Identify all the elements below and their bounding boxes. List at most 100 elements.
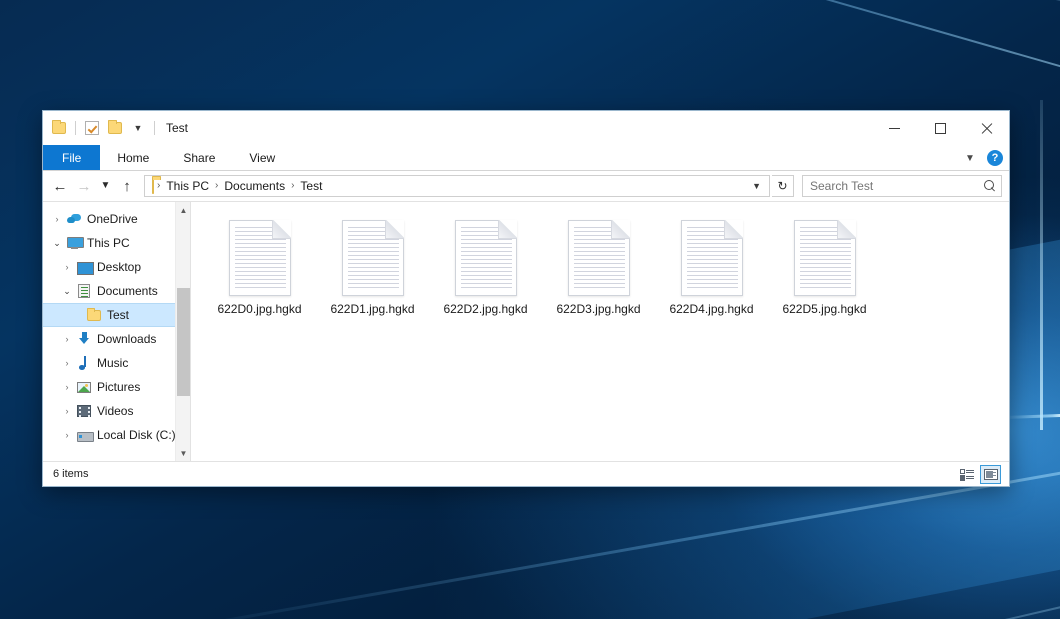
sidebar-item-label: Pictures (97, 380, 140, 394)
file-name-label: 622D0.jpg.hgkd (217, 302, 301, 317)
wallpaper-ray-lower (134, 470, 1060, 619)
close-icon[interactable] (963, 111, 1009, 145)
scrollbar-thumb[interactable] (177, 288, 190, 396)
file-item[interactable]: 622D0.jpg.hgkd (203, 216, 316, 323)
chevron-down-icon[interactable]: ▼ (746, 176, 767, 196)
chevron-down-icon[interactable]: ⌄ (59, 287, 75, 296)
music-icon (75, 356, 93, 370)
file-grid: 622D0.jpg.hgkd 622D1.jpg.hgkd (203, 216, 1009, 323)
chevron-down-icon[interactable]: ⌄ (49, 239, 65, 248)
desktop-wallpaper: ▼ Test File Home Share View ▼ ? ← → (0, 0, 1060, 619)
generic-document-icon (342, 220, 404, 296)
sidebar-item-this-pc[interactable]: ⌄ This PC (43, 231, 190, 255)
sidebar-item-videos[interactable]: › Videos (43, 399, 190, 423)
address-bar-row: ← → ▼ ↑ › This PC › Documents › Test ▼ ↻ (43, 171, 1009, 201)
wallpaper-pane-edge-right (1040, 100, 1043, 430)
pictures-icon (75, 382, 93, 393)
navigation-scrollbar[interactable]: ▲ ▼ (175, 202, 190, 461)
breadcrumb-item-documents[interactable]: Documents (219, 176, 290, 196)
folder-icon[interactable] (50, 119, 68, 137)
file-name-label: 622D2.jpg.hgkd (443, 302, 527, 317)
chevron-right-icon[interactable]: › (59, 263, 75, 272)
wallpaper-pane-edge-horizontal (1005, 414, 1060, 419)
title-bar[interactable]: ▼ Test (43, 111, 1009, 145)
search-box[interactable] (802, 175, 1002, 197)
file-explorer-window: ▼ Test File Home Share View ▼ ? ← → (42, 110, 1010, 487)
search-input[interactable] (810, 179, 984, 193)
breadcrumb-item-this-pc[interactable]: This PC (161, 176, 214, 196)
file-item[interactable]: 622D5.jpg.hgkd (768, 216, 881, 323)
details-view-icon[interactable] (956, 465, 977, 484)
ribbon-tab-bar: File Home Share View ▼ ? (43, 145, 1009, 171)
chevron-right-icon[interactable]: › (59, 359, 75, 368)
desktop-icon (75, 262, 93, 273)
chevron-right-icon[interactable]: › (59, 407, 75, 416)
tab-view[interactable]: View (232, 145, 292, 170)
sidebar-item-local-disk-c[interactable]: › Local Disk (C:) (43, 423, 190, 447)
file-list-pane[interactable]: 622D0.jpg.hgkd 622D1.jpg.hgkd (191, 202, 1009, 461)
wallpaper-ray-bottom (349, 604, 1060, 619)
file-item[interactable]: 622D2.jpg.hgkd (429, 216, 542, 323)
chevron-right-icon[interactable]: › (59, 383, 75, 392)
properties-checkmark-icon[interactable] (83, 119, 101, 137)
chevron-down-icon[interactable]: ▼ (129, 119, 147, 137)
generic-document-icon (229, 220, 291, 296)
help-icon[interactable]: ? (987, 150, 1003, 166)
toolbar-divider-2 (154, 121, 155, 135)
disk-icon (75, 429, 93, 441)
refresh-icon[interactable]: ↻ (772, 175, 794, 197)
sidebar-item-desktop[interactable]: › Desktop (43, 255, 190, 279)
chevron-right-icon[interactable]: › (59, 431, 75, 440)
maximize-icon[interactable] (917, 111, 963, 145)
file-name-label: 622D5.jpg.hgkd (782, 302, 866, 317)
minimize-icon[interactable] (871, 111, 917, 145)
sidebar-item-test[interactable]: Test (43, 303, 190, 327)
sidebar-item-documents[interactable]: ⌄ Documents (43, 279, 190, 303)
chevron-down-icon[interactable]: ▼ (176, 445, 191, 461)
sidebar-item-label: Local Disk (C:) (97, 428, 176, 442)
tab-share[interactable]: Share (166, 145, 232, 170)
breadcrumb[interactable]: › This PC › Documents › Test ▼ (144, 175, 770, 197)
this-pc-icon (65, 237, 83, 249)
sidebar-item-label: Desktop (97, 260, 141, 274)
sidebar-item-label: Music (97, 356, 128, 370)
breadcrumb-item-test[interactable]: Test (295, 176, 327, 196)
file-name-label: 622D3.jpg.hgkd (556, 302, 640, 317)
large-icons-view-icon[interactable] (980, 465, 1001, 484)
chevron-right-icon[interactable]: › (59, 335, 75, 344)
window-controls (871, 111, 1009, 145)
explorer-body: › OneDrive ⌄ This PC › Desktop (43, 201, 1009, 461)
recent-locations-chevron-down-icon[interactable]: ▼ (97, 175, 114, 197)
sidebar-item-music[interactable]: › Music (43, 351, 190, 375)
file-item[interactable]: 622D4.jpg.hgkd (655, 216, 768, 323)
forward-arrow-icon[interactable]: → (73, 175, 95, 197)
file-item[interactable]: 622D1.jpg.hgkd (316, 216, 429, 323)
sidebar-item-label: This PC (87, 236, 130, 250)
toolbar-divider (75, 121, 76, 135)
search-icon[interactable] (984, 180, 996, 192)
quick-access-toolbar: ▼ (43, 111, 157, 145)
ribbon-right-controls: ▼ ? (961, 145, 1003, 171)
sidebar-item-label: Documents (97, 284, 158, 298)
status-bar: 6 items (43, 461, 1009, 486)
generic-document-icon (455, 220, 517, 296)
sidebar-item-downloads[interactable]: › Downloads (43, 327, 190, 351)
onedrive-icon (65, 214, 83, 224)
generic-document-icon (794, 220, 856, 296)
up-arrow-icon[interactable]: ↑ (116, 175, 138, 197)
sidebar-item-pictures[interactable]: › Pictures (43, 375, 190, 399)
tab-home[interactable]: Home (100, 145, 166, 170)
back-arrow-icon[interactable]: ← (49, 175, 71, 197)
folder-icon (152, 179, 154, 193)
chevron-down-icon[interactable]: ▼ (961, 153, 979, 164)
file-item[interactable]: 622D3.jpg.hgkd (542, 216, 655, 323)
new-folder-icon[interactable] (106, 119, 124, 137)
view-toggle-group (956, 465, 1001, 484)
videos-icon (75, 405, 93, 417)
tab-file[interactable]: File (43, 145, 100, 170)
sidebar-item-onedrive[interactable]: › OneDrive (43, 207, 190, 231)
wallpaper-ray-upper (330, 0, 1060, 70)
chevron-up-icon[interactable]: ▲ (176, 202, 191, 218)
generic-document-icon (568, 220, 630, 296)
chevron-right-icon[interactable]: › (49, 215, 65, 224)
